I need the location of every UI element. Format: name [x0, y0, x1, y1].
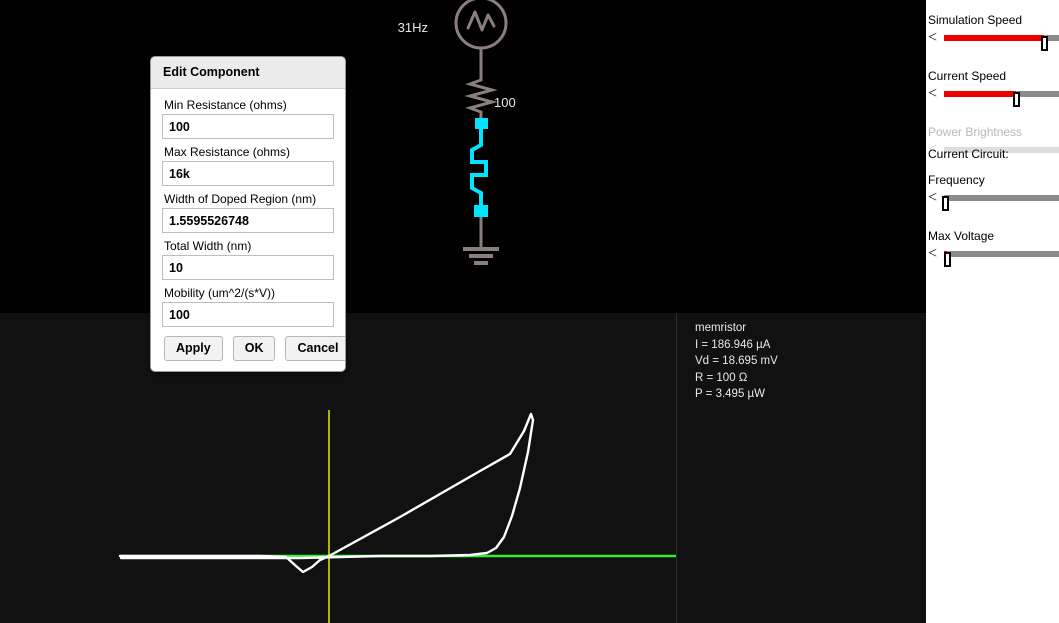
controls-sidebar[interactable]: Simulation Speed < Current Speed < Power Bri… — [926, 0, 1059, 623]
scope-divider — [676, 313, 677, 623]
mobility-field[interactable] — [162, 302, 334, 327]
doped-width-field-label: Width of Doped Region (nm) — [164, 192, 317, 206]
frequency-label: Frequency — [928, 173, 985, 187]
resistor-icon[interactable] — [464, 75, 498, 118]
frequency-slider[interactable]: < — [926, 189, 1059, 211]
simulation-speed-control: Simulation Speed < — [926, 13, 1059, 51]
info-current: I = 186.946 µA — [695, 338, 771, 351]
max-voltage-control: Max Voltage < — [926, 229, 1059, 267]
memristor-icon[interactable] — [470, 118, 488, 217]
current-speed-thumb[interactable] — [1013, 92, 1021, 107]
simulation-speed-track[interactable] — [944, 35, 1059, 51]
dialog-buttons: Apply OK Cancel — [164, 336, 345, 361]
simulation-speed-decrease-icon[interactable]: < — [928, 29, 937, 46]
mobility-field-label: Mobility (um^2/(s*V)) — [164, 286, 275, 300]
ok-button[interactable]: OK — [232, 336, 276, 361]
total-width-field[interactable] — [162, 255, 334, 280]
max-voltage-slider[interactable]: < — [926, 245, 1059, 267]
simulation-speed-thumb[interactable] — [1041, 36, 1049, 51]
scope-info-panel: memristor I = 186.946 µA Vd = 18.695 mV … — [695, 320, 778, 403]
edit-component-dialog[interactable]: Edit Component Min Resistance (ohms) Max … — [150, 56, 346, 372]
current-circuit-label: Current Circuit: — [928, 147, 1009, 161]
min-resistance-field[interactable] — [162, 114, 334, 139]
frequency-track[interactable] — [942, 195, 1059, 211]
simulation-canvas[interactable]: 31Hz 100 memristor I = 186.946 µA Vd = 1… — [0, 0, 926, 623]
frequency-control: Frequency < — [926, 173, 1059, 211]
resistor-label: 100 — [494, 95, 516, 110]
max-resistance-field-label: Max Resistance (ohms) — [164, 145, 291, 159]
circuit-schematic[interactable]: 31Hz 100 — [0, 0, 926, 313]
circuit-editor-area[interactable]: 31Hz 100 — [0, 0, 926, 313]
apply-button[interactable]: Apply — [164, 336, 223, 361]
min-resistance-field-label: Min Resistance (ohms) — [164, 98, 287, 112]
power-brightness-label: Power Brightness — [928, 125, 1023, 139]
max-voltage-label: Max Voltage — [928, 229, 995, 243]
simulation-speed-label: Simulation Speed — [928, 13, 1023, 27]
simulation-speed-fill — [944, 35, 1045, 41]
current-speed-slider[interactable]: < — [926, 85, 1059, 107]
dialog-title: Edit Component — [163, 65, 260, 79]
current-speed-control: Current Speed < — [926, 69, 1059, 107]
max-voltage-thumb[interactable] — [944, 252, 952, 267]
scope-area[interactable] — [0, 313, 926, 623]
total-width-field-label: Total Width (nm) — [164, 239, 252, 253]
sidebar-sliders-circuit: Frequency < Max Voltage < — [926, 173, 1059, 285]
ac-voltage-source-icon[interactable] — [454, 0, 508, 50]
info-resistance: R = 100 Ω — [695, 371, 748, 384]
current-speed-fill — [944, 91, 1017, 97]
current-speed-track[interactable] — [944, 91, 1059, 107]
source-label: 31Hz — [398, 20, 428, 35]
info-voltage: Vd = 18.695 mV — [695, 355, 778, 368]
doped-width-field[interactable] — [162, 208, 334, 233]
current-circuit-group: Current Circuit: — [926, 147, 1059, 162]
frequency-thumb[interactable] — [942, 196, 950, 211]
ground-icon[interactable] — [463, 247, 499, 265]
info-power: P = 3.495 µW — [695, 388, 766, 401]
simulation-speed-slider[interactable]: < — [926, 29, 1059, 51]
current-speed-label: Current Speed — [928, 69, 1007, 83]
frequency-decrease-icon[interactable]: < — [928, 189, 937, 206]
current-speed-decrease-icon[interactable]: < — [928, 85, 937, 102]
dialog-fields: Min Resistance (ohms) Max Resistance (ohm… — [162, 98, 334, 327]
iv-trace — [118, 412, 535, 574]
max-voltage-decrease-icon[interactable]: < — [928, 245, 937, 262]
info-component-name: memristor — [695, 322, 747, 334]
max-voltage-track[interactable] — [944, 251, 1059, 267]
dialog-titlebar: Edit Component — [151, 57, 345, 89]
max-resistance-field[interactable] — [162, 161, 334, 186]
cancel-button[interactable]: Cancel — [285, 336, 345, 361]
dialog-body: Min Resistance (ohms) Max Resistance (ohm… — [151, 89, 345, 371]
